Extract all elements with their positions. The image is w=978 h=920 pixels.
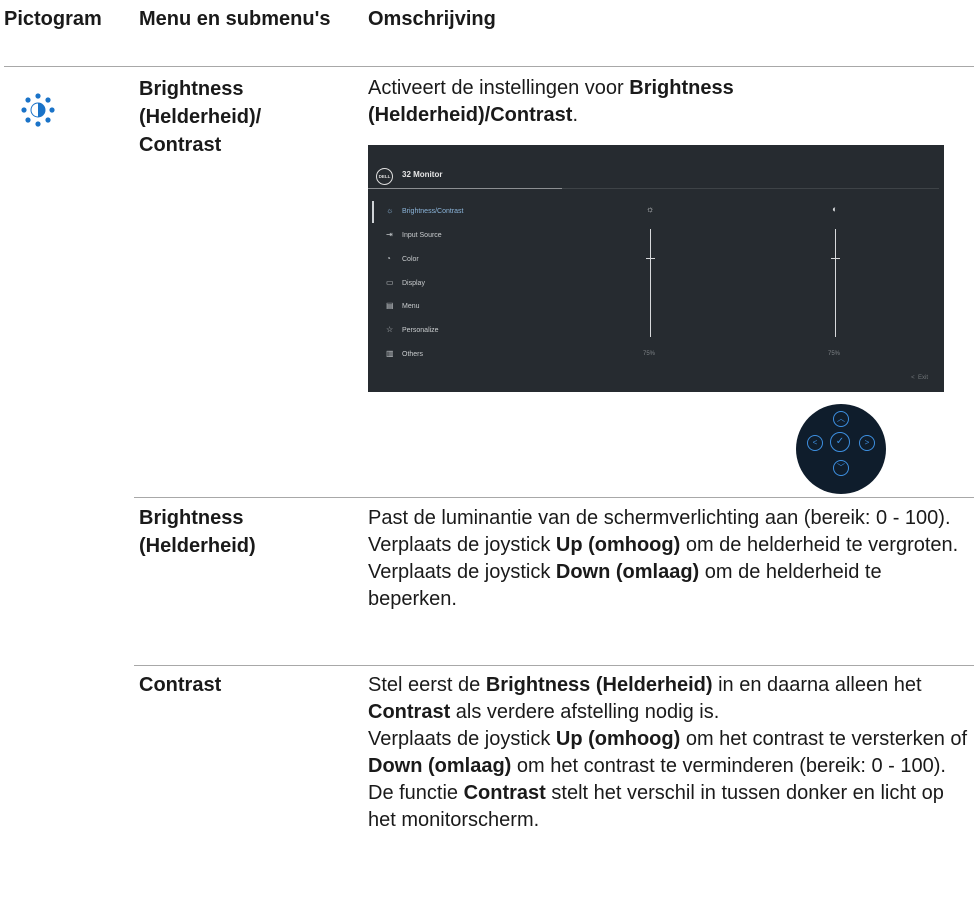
column-header-description: Omschrijving [368, 8, 496, 30]
osd-exit-button[interactable]: < Exit [911, 375, 928, 381]
contrast-slider[interactable] [835, 229, 836, 337]
osd-item-others[interactable]: ▥ Others [386, 349, 423, 359]
chevron-down-icon: ﹀ [833, 460, 849, 476]
display-icon: ▭ [386, 278, 394, 287]
osd-item-input-source[interactable]: ⇥ Input Source [386, 230, 442, 240]
osd-selection-indicator [372, 201, 374, 223]
input-source-icon: ⇥ [386, 230, 393, 239]
contrast-value: 75% [828, 351, 841, 357]
osd-item-display[interactable]: ▭ Display [386, 278, 425, 288]
menu-cell-brightness: Brightness (Helderheid) [139, 507, 256, 557]
menu-icon: ▤ [386, 301, 394, 310]
row-divider-2 [134, 665, 974, 666]
chevron-left-icon: < [807, 435, 823, 451]
osd-item-brightness-contrast[interactable]: ☼ Brightness/Contrast [386, 206, 463, 216]
menu-cell-contrast: Contrast [139, 674, 222, 696]
brightness-slider[interactable] [650, 229, 651, 337]
description-contrast: Stel eerst de Brightness (Helderheid) in… [368, 674, 968, 831]
column-header-pictogram: Pictogram [4, 8, 102, 30]
osd-menu-screenshot: DELL 32 Monitor ☼ Brightness/Contrast ⇥ In… [368, 145, 944, 392]
contrast-slider-handle[interactable] [831, 258, 840, 259]
dell-logo: DELL [376, 168, 393, 185]
brightness-slider-handle[interactable] [646, 258, 655, 259]
description-brightness: Past de luminantie van de schermverlicht… [368, 507, 959, 610]
osd-item-personalize[interactable]: ☆ Personalize [386, 325, 439, 335]
color-icon: ◔ [386, 254, 391, 263]
column-header-menu: Menu en submenu's [139, 8, 331, 30]
osd-item-menu[interactable]: ▤ Menu [386, 301, 420, 311]
brightness-icon [21, 93, 55, 127]
brightness-value: 75% [643, 351, 656, 357]
contrast-slider-icon: ◐ [832, 204, 838, 214]
star-icon: ☆ [386, 325, 394, 334]
row-divider-1 [134, 497, 974, 498]
description-brightness-contrast: Activeert de instellingen voor Brightnes… [368, 77, 734, 126]
chevron-up-icon: ︿ [833, 411, 849, 427]
menu-cell-brightness-contrast: Brightness (Helderheid)/ Contrast [139, 78, 262, 156]
check-icon: ✓ [830, 432, 850, 452]
chevron-left-icon: < [911, 375, 915, 381]
osd-divider [562, 188, 939, 189]
brightness-slider-icon: ☼ [646, 204, 655, 214]
others-icon: ▥ [386, 349, 394, 358]
header-divider [4, 66, 974, 67]
chevron-right-icon: > [859, 435, 875, 451]
joystick-graphic: ︿ < ✓ > ﹀ [796, 404, 886, 494]
osd-title: 32 Monitor [402, 170, 443, 179]
osd-item-color[interactable]: ◔ Color [386, 254, 419, 264]
brightness-icon: ☼ [386, 206, 394, 215]
osd-title-underline [368, 188, 562, 189]
